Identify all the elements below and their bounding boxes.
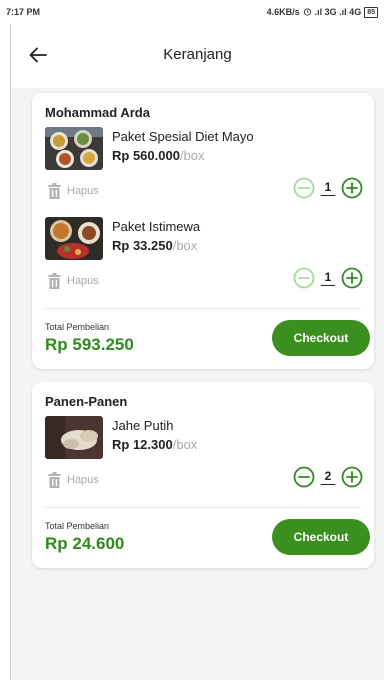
page-title: Keranjang <box>163 46 232 63</box>
minus-circle-icon <box>293 177 315 199</box>
plus-circle-icon <box>341 267 363 289</box>
product-price: Rp 12.300/box <box>112 437 198 452</box>
trash-icon <box>48 273 61 289</box>
quantity-stepper: 2 <box>293 466 363 488</box>
product-name: Paket Istimewa <box>112 219 201 234</box>
battery-icon: 85 <box>364 6 378 18</box>
price-unit: /box <box>172 437 198 452</box>
delete-label: Hapus <box>67 185 99 197</box>
quantity-value: 1 <box>321 180 335 196</box>
cart-item: Paket Spesial Diet Mayo Rp 560.000/box H… <box>45 127 363 207</box>
product-name: Paket Spesial Diet Mayo <box>112 129 254 144</box>
increase-button[interactable] <box>341 177 363 199</box>
status-indicators: 4.6KB/s .ıl 3G .ıl 4G 85 <box>266 6 378 18</box>
cart-list: Mohammad Arda Paket Spesial Diet Mayo Rp… <box>11 86 384 680</box>
quantity-stepper: 1 <box>293 177 363 199</box>
network-speed: 4.6KB/s <box>266 7 300 17</box>
quantity-value: 1 <box>321 270 335 286</box>
product-price: Rp 33.250/box <box>112 238 198 253</box>
total-label: Total Pembelian <box>45 322 110 332</box>
seller-name: Mohammad Arda <box>45 105 150 120</box>
plus-circle-icon <box>341 177 363 199</box>
delete-item-button[interactable]: Hapus <box>48 273 99 289</box>
increase-button[interactable] <box>341 267 363 289</box>
delete-label: Hapus <box>67 474 99 486</box>
decrease-button[interactable] <box>293 267 315 289</box>
delete-item-button[interactable]: Hapus <box>48 183 99 199</box>
checkout-button[interactable]: Checkout <box>272 519 370 555</box>
cart-card: Mohammad Arda Paket Spesial Diet Mayo Rp… <box>32 93 374 369</box>
divider <box>45 308 361 309</box>
total-value: Rp 593.250 <box>45 335 134 354</box>
product-image <box>45 217 103 260</box>
product-price: Rp 560.000/box <box>112 148 205 163</box>
delete-item-button[interactable]: Hapus <box>48 472 99 488</box>
quantity-value: 2 <box>321 469 335 485</box>
alarm-icon <box>303 7 312 18</box>
total-value: Rp 24.600 <box>45 534 125 553</box>
total-label: Total Pembelian <box>45 521 110 531</box>
product-image <box>45 127 103 170</box>
signal-indicator: .ıl 3G .ıl 4G <box>314 7 362 17</box>
divider <box>45 507 361 508</box>
product-name: Jahe Putih <box>112 418 174 433</box>
status-time: 7:17 PM <box>6 7 41 17</box>
plus-circle-icon <box>341 466 363 488</box>
decrease-button[interactable] <box>293 466 315 488</box>
trash-icon <box>48 183 61 199</box>
cart-item: Jahe Putih Rp 12.300/box Hapus 2 <box>45 416 363 496</box>
quantity-stepper: 1 <box>293 267 363 289</box>
decrease-button[interactable] <box>293 177 315 199</box>
minus-circle-icon <box>293 466 315 488</box>
app-bar: Keranjang <box>11 24 384 88</box>
minus-circle-icon <box>293 267 315 289</box>
seller-name: Panen-Panen <box>45 394 128 409</box>
status-bar: 7:17 PM 4.6KB/s .ıl 3G .ıl 4G 85 <box>0 0 384 24</box>
price-unit: /box <box>179 148 205 163</box>
product-image <box>45 416 103 459</box>
checkout-button[interactable]: Checkout <box>272 320 370 356</box>
trash-icon <box>48 472 61 488</box>
increase-button[interactable] <box>341 466 363 488</box>
cart-card: Panen-Panen Jahe Putih Rp 12.300/box Hap… <box>32 382 374 568</box>
cart-item: Paket Istimewa Rp 33.250/box Hapus 1 <box>45 217 363 297</box>
delete-label: Hapus <box>67 275 99 287</box>
price-unit: /box <box>172 238 198 253</box>
